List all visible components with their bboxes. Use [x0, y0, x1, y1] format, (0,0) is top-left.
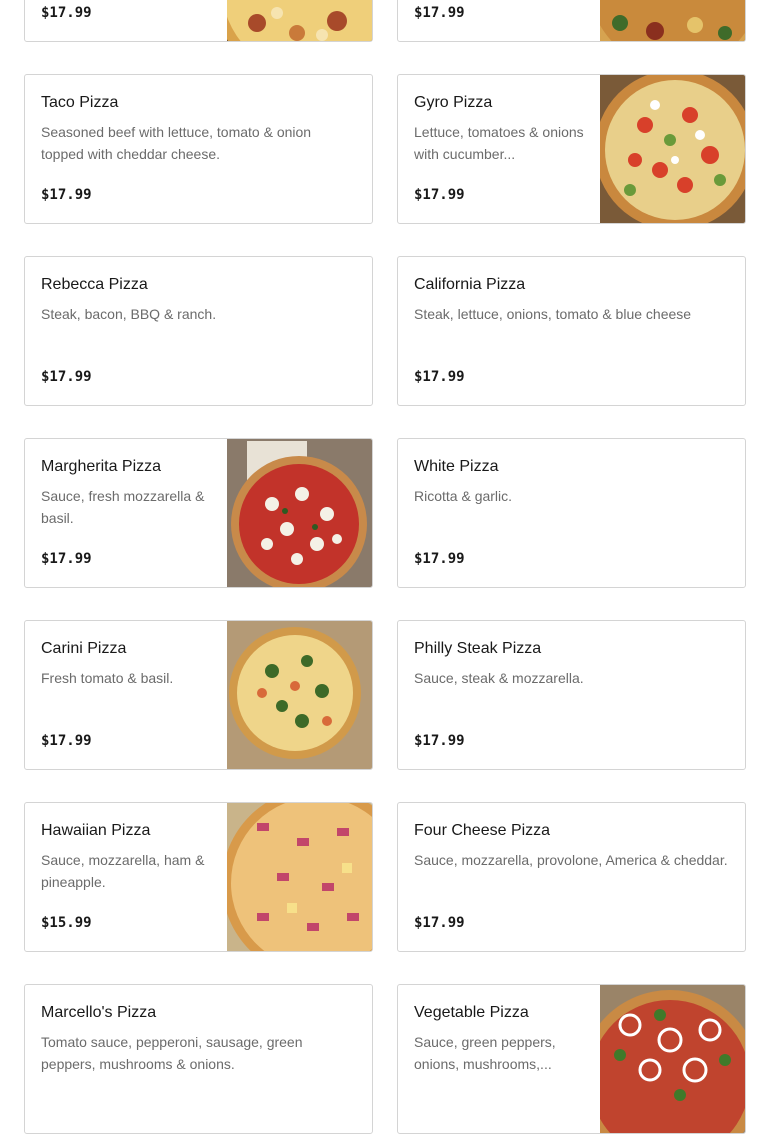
item-name: Four Cheese Pizza [414, 822, 551, 839]
item-name: California Pizza [414, 276, 526, 293]
item-description: Sauce, steak & mozzarella. [414, 670, 584, 686]
item-description: Steak, lettuce, onions, tomato & blue ch… [414, 306, 692, 322]
pizza-photo [227, 0, 372, 41]
item-price: $17.99 [414, 551, 465, 567]
item-description: Fresh tomato & basil. [41, 670, 174, 686]
item-name: Margherita Pizza [41, 458, 162, 475]
item-name: Rebecca Pizza [41, 276, 148, 293]
pizza-photo [600, 0, 745, 41]
item-price: $17.99 [41, 369, 92, 385]
item-price: $15.99 [41, 915, 92, 931]
item-price: $17.99 [414, 369, 465, 385]
item-price: $17.99 [41, 733, 92, 749]
item-name: Carini Pizza [41, 640, 127, 657]
item-name: Marcello's Pizza [41, 1004, 157, 1021]
item-price: $17.99 [41, 187, 92, 203]
item-price: $17.99 [414, 733, 465, 749]
menu-item-card[interactable]: Vegetable Pizza Sauce, green peppers, on… [397, 984, 746, 1134]
margherita-pizza-photo [227, 439, 372, 587]
menu-item-card[interactable]: Hawaiian Pizza Sauce, mozzarella, ham & … [24, 802, 373, 952]
menu-item-card[interactable]: Taco Pizza Seasoned beef with lettuce, t… [24, 74, 373, 224]
gyro-pizza-photo [600, 75, 745, 223]
item-price: $17.99 [414, 187, 465, 203]
menu-item-card[interactable]: Rebecca Pizza Steak, bacon, BBQ & ranch.… [24, 256, 373, 406]
menu-item-card[interactable]: Carini Pizza Fresh tomato & basil. $17.9… [24, 620, 373, 770]
item-name: Vegetable Pizza [414, 1004, 529, 1021]
item-description: Tomato sauce, pepperoni, sausage, green … [41, 1034, 303, 1072]
item-price: $17.99 [41, 5, 92, 21]
menu-item-card[interactable]: White Pizza Ricotta & garlic. $17.99 [397, 438, 746, 588]
item-name: Philly Steak Pizza [414, 640, 542, 657]
item-price: $17.99 [41, 551, 92, 567]
item-name: Hawaiian Pizza [41, 822, 151, 839]
item-description: Sauce, mozzarella, provolone, America & … [414, 852, 728, 868]
carini-pizza-photo [227, 621, 372, 769]
item-description: Sauce, green peppers, onions, mushrooms,… [414, 1034, 556, 1072]
item-description: Steak, bacon, BBQ & ranch. [41, 306, 217, 322]
menu-item-card[interactable]: $17.99 [24, 0, 373, 42]
item-name: Taco Pizza [41, 94, 119, 111]
item-description: Seasoned beef with lettuce, tomato & oni… [41, 124, 312, 162]
menu-item-card[interactable]: Four Cheese Pizza Sauce, mozzarella, pro… [397, 802, 746, 952]
menu-item-card[interactable]: Margherita Pizza Sauce, fresh mozzarella… [24, 438, 373, 588]
item-description: Sauce, mozzarella, ham & pineapple. [41, 852, 205, 890]
menu-item-card[interactable]: Marcello's Pizza Tomato sauce, pepperoni… [24, 984, 373, 1134]
menu-item-card[interactable]: $17.99 [397, 0, 746, 42]
item-name: Gyro Pizza [414, 94, 493, 111]
item-description: Sauce, fresh mozzarella & basil. [41, 488, 205, 526]
vegetable-pizza-photo [600, 985, 745, 1133]
menu-item-card[interactable]: California Pizza Steak, lettuce, onions,… [397, 256, 746, 406]
menu-grid: $17.99 $17.99 Taco Pizza Seasoned beef w… [0, 0, 770, 1134]
item-description: Ricotta & garlic. [414, 488, 513, 504]
item-description: Lettuce, tomatoes & onions with cucumber… [414, 124, 584, 162]
item-price: $17.99 [414, 915, 465, 931]
item-price: $17.99 [414, 5, 465, 21]
hawaiian-pizza-photo [227, 803, 372, 951]
menu-item-card[interactable]: Gyro Pizza Lettuce, tomatoes & onions wi… [397, 74, 746, 224]
menu-item-card[interactable]: Philly Steak Pizza Sauce, steak & mozzar… [397, 620, 746, 770]
item-name: White Pizza [414, 458, 499, 475]
